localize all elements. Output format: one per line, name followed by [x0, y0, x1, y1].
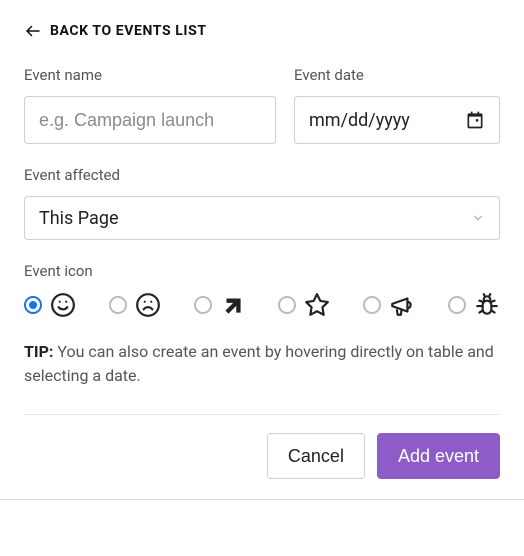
event-affected-label: Event affected: [24, 166, 500, 184]
icon-option-bug[interactable]: [448, 292, 500, 318]
event-name-field: Event name: [24, 66, 276, 144]
tip-prefix: TIP:: [24, 342, 53, 361]
radio-smile[interactable]: [24, 296, 42, 314]
star-icon: [304, 292, 330, 318]
event-date-field: Event date mm/dd/yyyy: [294, 66, 500, 144]
cancel-button[interactable]: Cancel: [267, 433, 365, 479]
event-affected-field: Event affected This Page: [24, 166, 500, 240]
back-to-events-link[interactable]: BACK TO EVENTS LIST: [24, 22, 207, 40]
icon-option-frown[interactable]: [109, 292, 161, 318]
event-name-input[interactable]: [24, 96, 276, 144]
tip-text: TIP: You can also create an event by hov…: [24, 340, 500, 388]
radio-megaphone[interactable]: [363, 296, 381, 314]
bug-icon: [474, 292, 500, 318]
event-affected-select[interactable]: This Page: [24, 196, 500, 240]
event-date-label: Event date: [294, 66, 500, 84]
icon-option-megaphone[interactable]: [363, 292, 415, 318]
radio-arrow[interactable]: [194, 296, 212, 314]
event-affected-value: This Page: [39, 208, 119, 229]
tip-body: You can also create an event by hovering…: [24, 342, 494, 385]
event-date-input[interactable]: mm/dd/yyyy: [294, 96, 500, 144]
arrow-left-icon: [24, 22, 42, 40]
radio-frown[interactable]: [109, 296, 127, 314]
event-form-panel: BACK TO EVENTS LIST Event name Event dat…: [0, 0, 524, 500]
frown-icon: [135, 292, 161, 318]
megaphone-icon: [389, 292, 415, 318]
icon-option-smile[interactable]: [24, 292, 76, 318]
icon-option-arrow[interactable]: [194, 292, 246, 318]
back-to-events-label: BACK TO EVENTS LIST: [50, 23, 207, 39]
arrow-up-right-icon: [220, 292, 246, 318]
radio-bug[interactable]: [448, 296, 466, 314]
icon-option-star[interactable]: [278, 292, 330, 318]
calendar-icon: [465, 110, 485, 130]
divider: [24, 414, 500, 415]
smile-icon: [50, 292, 76, 318]
event-icon-label: Event icon: [24, 262, 500, 280]
radio-star[interactable]: [278, 296, 296, 314]
add-event-button[interactable]: Add event: [377, 433, 500, 479]
form-actions: Cancel Add event: [24, 433, 500, 479]
event-name-label: Event name: [24, 66, 276, 84]
event-icon-field: Event icon: [24, 262, 500, 318]
chevron-down-icon: [471, 211, 485, 225]
event-date-display: mm/dd/yyyy: [309, 110, 410, 131]
